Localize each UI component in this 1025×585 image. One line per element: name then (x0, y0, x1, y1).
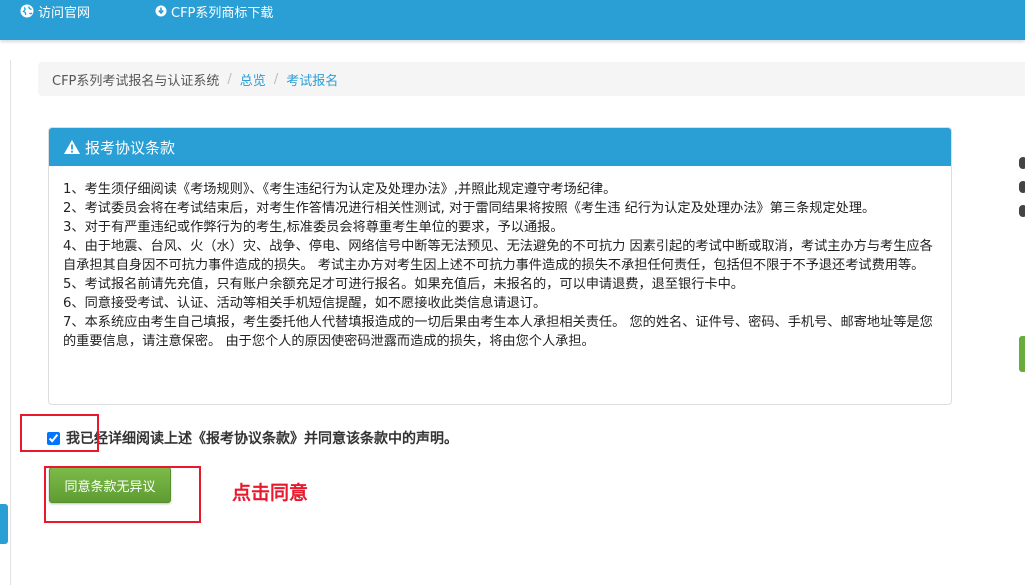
download-logo-link[interactable]: CFP系列商标下载 (155, 2, 274, 21)
bullet (1019, 205, 1025, 217)
visit-site-link[interactable]: 访问官网 (20, 2, 91, 21)
warning-icon (64, 140, 80, 154)
download-logo-label: CFP系列商标下载 (171, 5, 274, 21)
right-panel-button[interactable] (1019, 336, 1025, 372)
term-item: 7、本系统应由考生自己填报，考生委托他人代替填报造成的一切后果由考生本人承担相关… (63, 315, 933, 349)
term-item: 1、考生须仔细阅读《考场规则》、《考生违纪行为认定及处理办法》,并照此规定遵守考… (63, 182, 617, 197)
bullet (1019, 181, 1025, 193)
breadcrumb-current[interactable]: 考试报名 (286, 70, 338, 89)
term-item: 6、同意接受考试、认证、活动等相关手机短信提醒，如不愿接收此类信息请退订。 (63, 296, 547, 311)
panel-heading: 报考协议条款 (49, 128, 951, 166)
breadcrumb-separator: / (273, 71, 279, 87)
breadcrumb-separator: / (227, 71, 232, 87)
globe-icon (20, 4, 34, 18)
agree-checkbox-label[interactable]: 我已经详细阅读上述《报考协议条款》并同意该条款中的声明。 (66, 428, 458, 448)
sidebar-active-tab[interactable] (0, 504, 8, 544)
terms-panel: 报考协议条款 1、考生须仔细阅读《考场规则》、《考生违纪行为认定及处理办法》,并… (48, 127, 952, 405)
highlight-box-checkbox (20, 414, 99, 452)
breadcrumb: CFP系列考试报名与认证系统 / 总览 / 考试报名 (38, 62, 1025, 96)
term-item: 3、对于有严重违纪或作弊行为的考生,标准委员会将尊重考生单位的要求，予以通报。 (63, 220, 564, 235)
annotation-text: 点击同意 (232, 482, 309, 504)
terms-body: 1、考生须仔细阅读《考场规则》、《考生违纪行为认定及处理办法》,并照此规定遵守考… (49, 166, 951, 351)
panel-title: 报考协议条款 (85, 138, 176, 157)
agree-row: 我已经详细阅读上述《报考协议条款》并同意该条款中的声明。 (47, 428, 458, 448)
visit-site-label: 访问官网 (38, 5, 91, 21)
bullet (1019, 157, 1025, 169)
right-panel-edge (1019, 145, 1025, 217)
download-icon (155, 5, 167, 17)
term-item: 2、考试委员会将在考试结束后，对考生作答情况进行相关性测试, 对于雷同结果将按照… (63, 201, 876, 216)
breadcrumb-home: CFP系列考试报名与认证系统 (52, 73, 220, 89)
highlight-box-button (44, 466, 201, 523)
top-navbar: 访问官网 CFP系列商标下载 (0, 0, 1025, 40)
breadcrumb-overview[interactable]: 总览 (240, 70, 266, 89)
term-item: 4、由于地震、台风、火（水）灾、战争、停电、网络信号中断等无法预见、无法避免的不… (63, 239, 933, 273)
term-item: 5、考试报名前请先充值，只有账户余额充足才可进行报名。如果充值后，未报名的，可以… (63, 277, 744, 292)
